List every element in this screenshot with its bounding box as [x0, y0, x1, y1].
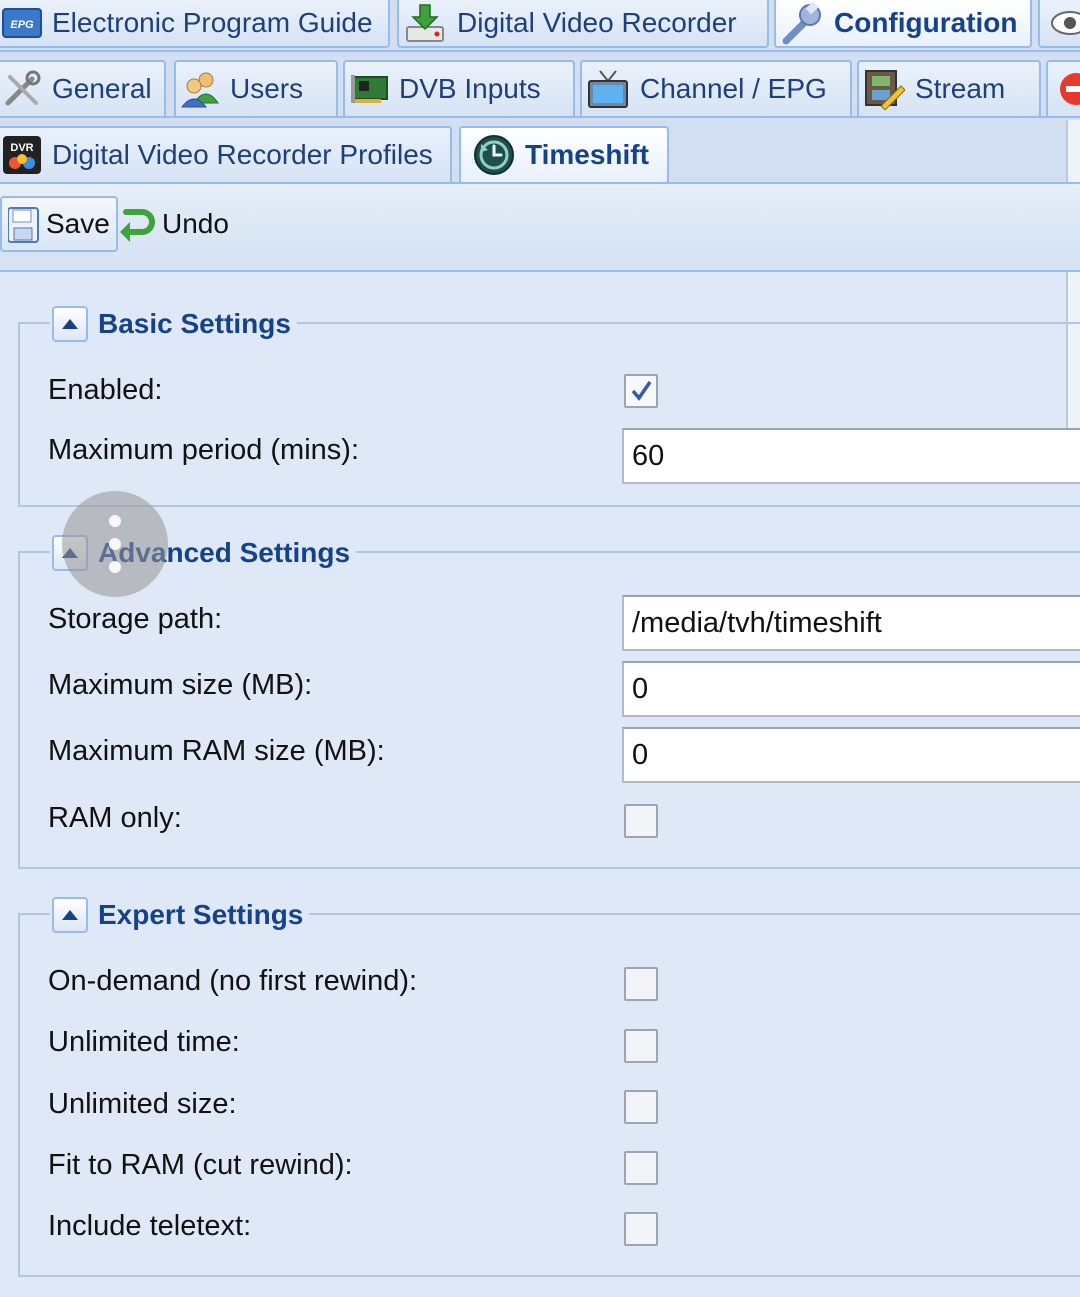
tab-more-config[interactable]	[1046, 60, 1080, 116]
tab-label: Stream	[915, 73, 1006, 104]
include-teletext-checkbox[interactable]	[624, 1212, 658, 1246]
tab-configuration[interactable]: Configuration	[774, 0, 1032, 48]
tab-label: Users	[230, 73, 304, 104]
max-ram-label: Maximum RAM size (MB):	[48, 735, 385, 767]
tab-label: Digital Video Recorder	[457, 7, 737, 38]
max-period-label: Maximum period (mins):	[48, 434, 359, 466]
section-title: Expert Settings	[98, 899, 304, 930]
tab-dvb-inputs[interactable]: DVB Inputs	[343, 60, 575, 116]
max-size-label: Maximum size (MB):	[48, 669, 313, 701]
save-button[interactable]: Save	[0, 196, 118, 252]
section-title: Basic Settings	[98, 308, 291, 339]
toolbar: Save Undo	[0, 182, 1080, 272]
unlimited-size-checkbox[interactable]	[624, 1090, 658, 1124]
ram-only-checkbox[interactable]	[624, 804, 658, 838]
users-icon	[180, 72, 219, 108]
expert-settings-legend: Expert Settings	[50, 895, 310, 935]
basic-settings-legend: Basic Settings	[50, 304, 297, 344]
unlimited-time-checkbox[interactable]	[624, 1029, 658, 1063]
save-disk-icon	[8, 207, 39, 243]
checkmark-icon	[631, 381, 652, 401]
save-label: Save	[46, 208, 110, 239]
timeshift-clock-icon	[474, 135, 514, 175]
storage-path-label: Storage path:	[48, 603, 223, 635]
max-size-field[interactable]: 0	[622, 661, 1080, 717]
chevron-up-icon	[62, 319, 78, 329]
max-ram-field[interactable]: 0	[622, 727, 1080, 783]
tab-label: Digital Video Recorder Profiles	[52, 139, 433, 170]
tab-label: Electronic Program Guide	[52, 7, 373, 38]
dot	[109, 538, 121, 550]
on-demand-label: On-demand (no first rewind):	[48, 965, 418, 997]
floating-menu-button[interactable]	[62, 491, 168, 597]
fit-to-ram-checkbox[interactable]	[624, 1151, 658, 1185]
advanced-settings-fieldset: Advanced Settings Storage path: /media/t…	[18, 533, 1080, 869]
tab-label: DVB Inputs	[399, 73, 541, 104]
ram-only-label: RAM only:	[48, 802, 182, 834]
eye-icon	[1051, 11, 1080, 35]
wrench-icon	[782, 1, 821, 45]
main-tab-bar: EPG Electronic Program Guide Digital Vid…	[0, 0, 1080, 52]
include-teletext-label: Include teletext:	[48, 1210, 252, 1242]
tab-general[interactable]: General	[0, 60, 166, 116]
storage-path-field[interactable]: /media/tvh/timeshift	[622, 595, 1080, 651]
enabled-checkbox[interactable]	[624, 374, 658, 408]
tab-digital-video-recorder[interactable]: Digital Video Recorder	[397, 0, 769, 48]
dot	[109, 561, 121, 573]
tab-label: Timeshift	[525, 139, 649, 170]
config-tab-bar: General Users DVB Inputs Channel / EPG S…	[0, 52, 1080, 118]
dot	[109, 515, 121, 527]
enabled-label: Enabled:	[48, 374, 163, 406]
tab-electronic-program-guide[interactable]: EPG Electronic Program Guide	[0, 0, 390, 48]
tab-label: Configuration	[834, 7, 1018, 38]
tab-more[interactable]	[1038, 0, 1080, 48]
svg-text:DVR: DVR	[10, 142, 33, 154]
unlimited-size-label: Unlimited size:	[48, 1088, 237, 1120]
tv-icon	[588, 70, 628, 108]
dvr-profiles-icon: DVR	[3, 136, 41, 174]
tab-dvr-profiles[interactable]: DVR Digital Video Recorder Profiles	[0, 126, 452, 184]
tab-users[interactable]: Users	[174, 60, 338, 116]
tab-label: General	[52, 73, 152, 104]
svg-text:EPG: EPG	[10, 19, 34, 31]
collapse-expert-button[interactable]	[52, 897, 88, 933]
undo-arrow-icon	[120, 209, 155, 242]
fit-to-ram-label: Fit to RAM (cut rewind):	[48, 1149, 353, 1181]
undo-button[interactable]: Undo	[110, 196, 235, 252]
tuner-card-icon	[351, 75, 388, 103]
unlimited-time-label: Unlimited time:	[48, 1026, 240, 1058]
expert-settings-fieldset: Expert Settings On-demand (no first rewi…	[18, 895, 1080, 1277]
tab-channel-epg[interactable]: Channel / EPG	[580, 60, 852, 116]
basic-settings-fieldset: Basic Settings Enabled: Maximum period (…	[18, 304, 1080, 507]
max-period-field[interactable]: 60	[622, 428, 1080, 484]
undo-label: Undo	[162, 208, 229, 239]
tab-timeshift[interactable]: Timeshift	[459, 126, 669, 184]
epg-icon: EPG	[2, 8, 42, 38]
collapse-basic-button[interactable]	[52, 306, 88, 342]
chevron-up-icon	[62, 910, 78, 920]
tab-strip-filler	[668, 126, 1080, 184]
recording-tab-bar: DVR Digital Video Recorder Profiles Time…	[0, 118, 1080, 184]
tools-icon	[5, 70, 41, 106]
tab-label: Channel / EPG	[640, 73, 827, 104]
film-edit-icon	[865, 70, 905, 110]
on-demand-checkbox[interactable]	[624, 967, 658, 1001]
dvr-download-icon	[406, 4, 444, 42]
red-badge-icon	[1060, 73, 1080, 105]
tab-stream[interactable]: Stream	[857, 60, 1041, 116]
